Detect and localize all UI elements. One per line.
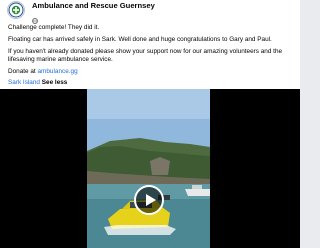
- post-text-line: lifesaving marine ambulance service.: [8, 56, 113, 63]
- post-text-line: Challenge complete! They did it.: [8, 24, 100, 31]
- location-tag-link[interactable]: Sark Island: [8, 79, 40, 86]
- video-frame: [0, 89, 300, 248]
- tags-line: Sark Island See less: [8, 78, 67, 87]
- see-less-button[interactable]: See less: [42, 79, 68, 86]
- donate-link[interactable]: ambulance.gg: [38, 68, 78, 75]
- donate-line: Donate at ambulance.gg: [8, 67, 78, 76]
- video-player[interactable]: [0, 89, 300, 248]
- globe-icon: [32, 11, 38, 24]
- facebook-post: Ambulance and Rescue Guernsey Challenge …: [0, 0, 300, 248]
- post-text-line: Floating car has arrived safely in Sark.…: [8, 36, 272, 43]
- page-name[interactable]: Ambulance and Rescue Guernsey: [32, 1, 155, 11]
- donate-prefix: Donate at: [8, 68, 38, 75]
- page-avatar[interactable]: [7, 1, 25, 19]
- ambulance-rescue-logo: [8, 2, 24, 18]
- play-icon: [146, 194, 156, 206]
- play-button[interactable]: [134, 185, 164, 215]
